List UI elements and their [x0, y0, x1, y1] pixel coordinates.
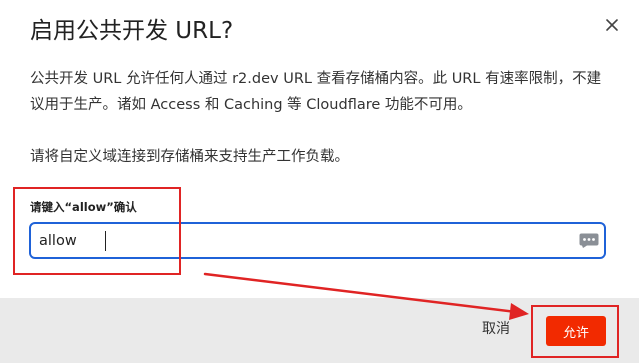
confirm-input-label: 请键入“allow”确认	[30, 200, 137, 214]
dialog-title: 启用公共开发 URL?	[30, 18, 234, 44]
confirm-input-wrapper[interactable]	[29, 222, 606, 259]
dialog-description-custom-domain: 请将自定义域连接到存储桶来支持生产工作负载。	[30, 149, 349, 165]
close-icon	[606, 19, 618, 31]
allow-button[interactable]: 允许	[546, 316, 606, 346]
cancel-button[interactable]: 取消	[482, 318, 510, 338]
dialog-footer: 取消	[0, 298, 639, 363]
enable-public-dev-url-dialog: 启用公共开发 URL? 公共开发 URL 允许任何人通过 r2.dev URL …	[0, 0, 639, 363]
password-manager-icon[interactable]	[579, 233, 599, 248]
dialog-description: 公共开发 URL 允许任何人通过 r2.dev URL 查看存储桶内容。此 UR…	[30, 71, 602, 113]
confirm-input[interactable]	[39, 230, 569, 252]
text-caret	[105, 231, 106, 251]
close-button[interactable]	[600, 14, 624, 38]
